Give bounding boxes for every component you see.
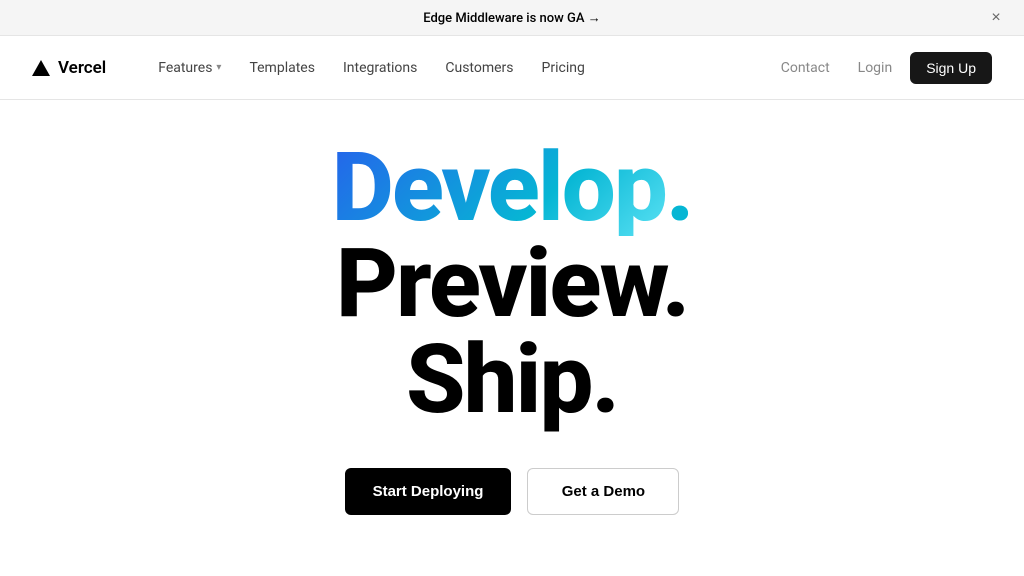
nav-item-pricing[interactable]: Pricing [530,54,597,82]
get-demo-button[interactable]: Get a Demo [527,468,679,515]
nav-links: Features ▾ Templates Integrations Custom… [146,54,771,82]
login-link[interactable]: Login [848,54,903,82]
hero-line-develop: Develop. [332,140,693,236]
navbar: Vercel Features ▾ Templates Integrations… [0,36,1024,100]
contact-link[interactable]: Contact [771,54,840,82]
banner-close-button[interactable]: × [984,6,1008,30]
logo-triangle-icon [32,60,50,76]
banner-text[interactable]: Edge Middleware is now GA → [423,10,600,26]
nav-item-customers[interactable]: Customers [433,54,525,82]
signup-button[interactable]: Sign Up [910,52,992,84]
logo-text: Vercel [58,58,106,78]
chevron-down-icon: ▾ [216,62,221,73]
nav-item-features[interactable]: Features ▾ [146,54,233,82]
nav-item-templates[interactable]: Templates [237,54,327,82]
nav-item-integrations[interactable]: Integrations [331,54,429,82]
hero-title: Develop. Preview. Ship. [332,140,693,428]
hero-line-ship: Ship. [332,332,693,428]
hero-buttons: Start Deploying Get a Demo [345,468,680,515]
announcement-banner: Edge Middleware is now GA → × [0,0,1024,36]
hero-section: Develop. Preview. Ship. Start Deploying … [0,100,1024,515]
nav-right: Contact Login Sign Up [771,52,992,84]
logo[interactable]: Vercel [32,58,106,78]
hero-line-preview: Preview. [332,236,693,332]
start-deploying-button[interactable]: Start Deploying [345,468,512,515]
